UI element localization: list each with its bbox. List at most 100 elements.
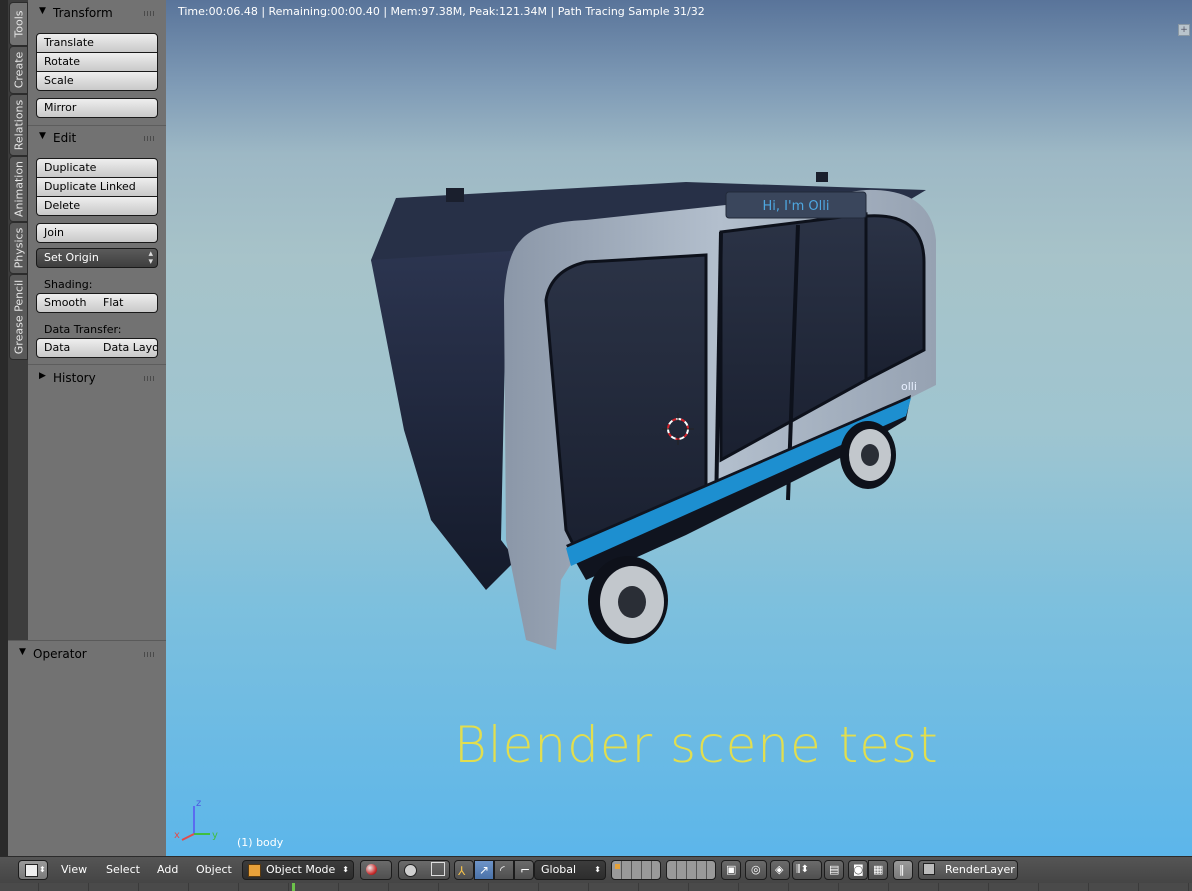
duplicate-linked-button[interactable]: Duplicate Linked bbox=[36, 178, 158, 197]
x-axis-label: x bbox=[174, 830, 180, 841]
timeline-tick bbox=[688, 883, 689, 891]
tab-relations[interactable]: Relations bbox=[9, 94, 28, 156]
3d-viewport[interactable]: Time:00:06.48 | Remaining:00:00.40 | Mem… bbox=[166, 0, 1192, 856]
updown-arrows-icon: ⬍ bbox=[39, 865, 46, 874]
pause-render-button[interactable]: ‖ bbox=[893, 860, 913, 880]
magnet-icon: ◈ bbox=[775, 863, 784, 876]
orientation-label: Global bbox=[541, 863, 577, 876]
clapperboard-icon: ▦ bbox=[873, 863, 884, 876]
editor-type-button[interactable]: ⬍ bbox=[18, 860, 48, 880]
manipulator-toggle[interactable]: ⅄ bbox=[454, 860, 474, 880]
duplicate-button[interactable]: Duplicate bbox=[36, 158, 158, 178]
tab-create[interactable]: Create bbox=[9, 46, 28, 94]
drag-grip-icon[interactable] bbox=[144, 136, 156, 141]
timeline-tick bbox=[538, 883, 539, 891]
drag-grip-icon[interactable] bbox=[144, 11, 156, 16]
updown-arrows-icon: ⬍ bbox=[342, 865, 349, 874]
timeline-tick bbox=[1038, 883, 1039, 891]
operator-panel-header[interactable]: ▼ Operator bbox=[8, 643, 166, 665]
tab-label: Grease Pencil bbox=[12, 279, 25, 355]
timeline-tick bbox=[388, 883, 389, 891]
timeline-tick bbox=[938, 883, 939, 891]
axis-gizmo: z y x bbox=[174, 798, 218, 841]
tab-label: Animation bbox=[12, 160, 25, 218]
tab-label: Relations bbox=[12, 99, 25, 151]
panel-title: History bbox=[53, 371, 96, 385]
view-menu[interactable]: View bbox=[61, 863, 87, 876]
select-menu[interactable]: Select bbox=[106, 863, 140, 876]
tab-physics[interactable]: Physics bbox=[9, 222, 28, 274]
tool-shelf: ▼ Transform Translate Rotate Scale Mirro… bbox=[28, 0, 166, 640]
current-frame-indicator[interactable] bbox=[292, 883, 295, 891]
pivot-icon bbox=[404, 864, 417, 877]
active-object-info: (1) body bbox=[237, 836, 284, 849]
data-layout-button[interactable]: Data Layo bbox=[96, 338, 158, 358]
bus-sign-text: Hi, I'm Olli bbox=[763, 199, 830, 214]
viewport-shading-button[interactable] bbox=[360, 860, 392, 880]
timeline-strip[interactable] bbox=[0, 883, 1192, 891]
operator-region: ▼ Operator bbox=[8, 640, 166, 856]
rotate-button[interactable]: Rotate bbox=[36, 53, 158, 72]
tab-grease-pencil[interactable]: Grease Pencil bbox=[9, 274, 28, 360]
proportional-editing-button[interactable]: ◎ bbox=[745, 860, 767, 880]
scale-button[interactable]: Scale bbox=[36, 72, 158, 91]
arrow-icon: ↗ bbox=[479, 863, 490, 877]
snap-element-selector[interactable]: ⫼⬍ bbox=[792, 860, 822, 880]
delete-button[interactable]: Delete bbox=[36, 197, 158, 216]
timeline-tick bbox=[588, 883, 589, 891]
drag-grip-icon[interactable] bbox=[144, 652, 156, 657]
panel-title: Operator bbox=[33, 647, 87, 661]
panel-separator bbox=[28, 125, 166, 126]
history-panel-header[interactable]: ▶ History bbox=[28, 367, 166, 389]
render-camera-button[interactable]: ◙ bbox=[848, 860, 868, 880]
mode-selector[interactable]: Object Mode ⬍ bbox=[242, 860, 354, 880]
drag-grip-icon[interactable] bbox=[144, 376, 156, 381]
proportional-circle-icon: ◎ bbox=[751, 863, 761, 876]
timeline-tick bbox=[438, 883, 439, 891]
axes-manipulator-icon: ⅄ bbox=[458, 864, 466, 878]
render-layer-icon bbox=[923, 863, 935, 875]
timeline-tick bbox=[38, 883, 39, 891]
lock-camera-layers-button[interactable]: ▣ bbox=[721, 860, 741, 880]
opengl-render-button[interactable]: ▤ bbox=[824, 860, 844, 880]
timeline-tick bbox=[788, 883, 789, 891]
rotate-manipulator-toggle[interactable]: ◜ bbox=[494, 860, 514, 880]
set-origin-label: Set Origin bbox=[44, 251, 99, 264]
smooth-button[interactable]: Smooth bbox=[36, 293, 97, 313]
scene-title-text: Blender scene test bbox=[454, 716, 939, 774]
object-cube-icon bbox=[248, 864, 261, 877]
y-axis-label: y bbox=[212, 830, 218, 841]
collapse-triangle-icon: ▼ bbox=[19, 647, 26, 657]
cube-view-icon bbox=[25, 864, 38, 877]
join-button[interactable]: Join bbox=[36, 223, 158, 243]
transform-panel-header[interactable]: ▼ Transform bbox=[28, 2, 166, 24]
scale-manipulator-toggle[interactable]: ⌐ bbox=[514, 860, 534, 880]
scene-layers-row-2[interactable] bbox=[666, 860, 716, 880]
collapse-triangle-icon: ▼ bbox=[39, 131, 46, 141]
object-menu[interactable]: Object bbox=[196, 863, 232, 876]
data-transfer-label: Data Transfer: bbox=[44, 323, 122, 336]
shading-sphere-icon bbox=[366, 864, 377, 875]
add-menu[interactable]: Add bbox=[157, 863, 178, 876]
render-layer-selector[interactable]: RenderLayer bbox=[918, 860, 1018, 880]
timeline-tick bbox=[988, 883, 989, 891]
flat-button[interactable]: Flat bbox=[96, 293, 158, 313]
snap-increment-icon: ⫼⬍ bbox=[796, 864, 809, 875]
translate-button[interactable]: Translate bbox=[36, 33, 158, 53]
translate-manipulator-toggle[interactable]: ↗ bbox=[474, 860, 494, 880]
edit-panel-header[interactable]: ▼ Edit bbox=[28, 127, 166, 149]
tab-tools[interactable]: Tools bbox=[9, 2, 28, 46]
timeline-tick bbox=[838, 883, 839, 891]
set-origin-menu[interactable]: Set Origin ▴ ▾ bbox=[36, 248, 158, 268]
transform-orientation-selector[interactable]: Global ⬍ bbox=[534, 860, 606, 880]
updown-arrows-icon: ▴ ▾ bbox=[148, 249, 153, 267]
scene-layers-row-1[interactable] bbox=[611, 860, 661, 880]
timeline-tick bbox=[138, 883, 139, 891]
data-transfer-button[interactable]: Data bbox=[36, 338, 97, 358]
tab-animation[interactable]: Animation bbox=[9, 156, 28, 222]
render-animation-button[interactable]: ▦ bbox=[868, 860, 888, 880]
snap-toggle[interactable]: ◈ bbox=[770, 860, 790, 880]
layers-lock-icon: ▣ bbox=[726, 863, 737, 876]
pivot-point-button[interactable] bbox=[398, 860, 450, 880]
mirror-button[interactable]: Mirror bbox=[36, 98, 158, 118]
